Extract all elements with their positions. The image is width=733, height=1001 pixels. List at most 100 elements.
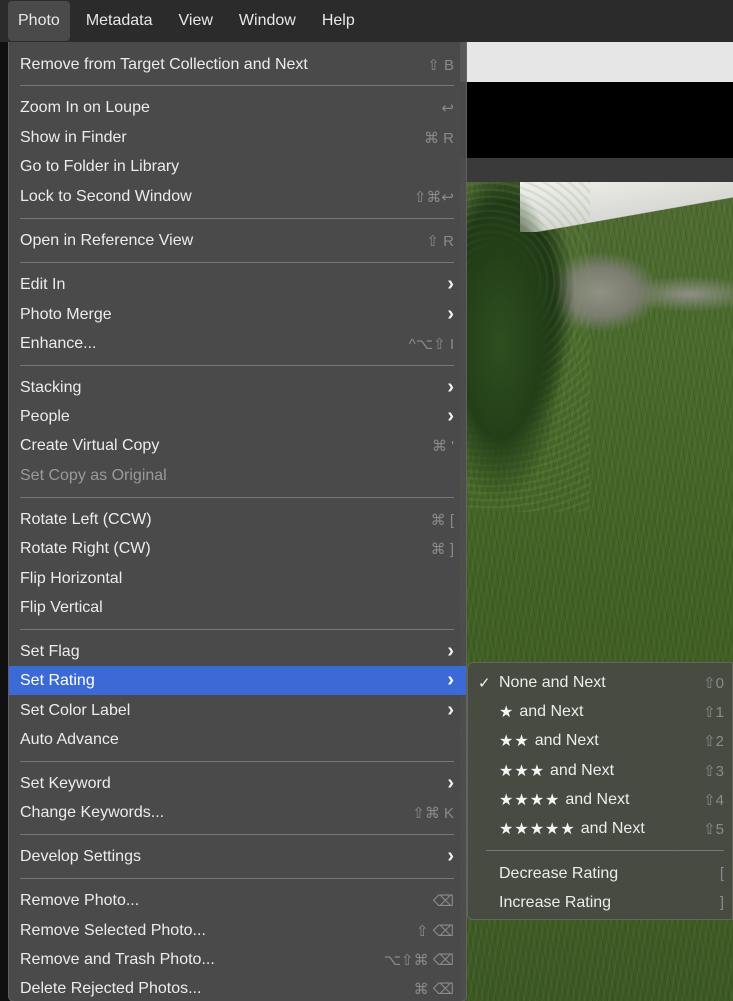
- menu-item-set-keyword[interactable]: Set Keyword ›: [9, 769, 466, 798]
- menu-metadata[interactable]: Metadata: [76, 1, 163, 41]
- star-icon: ★★★: [499, 762, 546, 780]
- menu-item-people[interactable]: People ›: [9, 402, 466, 431]
- menu-item-shortcut: ⌘ R: [424, 129, 454, 147]
- submenu-item-shortcut: [: [719, 865, 724, 882]
- menu-separator: [20, 629, 454, 630]
- menu-item-label: Auto Advance: [20, 730, 119, 748]
- submenu-item-rating-2-star-and-next[interactable]: ★★ and Next ⇧2: [468, 726, 732, 755]
- chevron-right-icon: ›: [447, 772, 454, 794]
- menu-item-label: Open in Reference View: [20, 231, 194, 249]
- checkmark-icon: ✓: [478, 674, 491, 692]
- menu-item-create-virtual-copy[interactable]: Create Virtual Copy ⌘ ': [9, 431, 466, 460]
- submenu-item-shortcut: ⇧5: [703, 820, 724, 838]
- submenu-item-shortcut: ⇧1: [703, 703, 724, 721]
- menu-item-label: Set Copy as Original: [20, 466, 167, 484]
- submenu-item-label: and Next: [565, 790, 630, 808]
- submenu-item-shortcut: ⇧4: [703, 791, 724, 809]
- star-icon: ★★: [499, 732, 530, 750]
- menu-separator: [20, 497, 454, 498]
- menu-item-label: Flip Horizontal: [20, 569, 123, 587]
- chevron-right-icon: ›: [447, 699, 454, 721]
- menu-item-show-in-finder[interactable]: Show in Finder ⌘ R: [9, 123, 466, 152]
- menu-item-flip-vertical[interactable]: Flip Vertical: [9, 593, 466, 622]
- menu-item-edit-in[interactable]: Edit In ›: [9, 270, 466, 299]
- menu-item-label: Delete Rejected Photos...: [20, 979, 202, 997]
- menu-item-label: Remove and Trash Photo...: [20, 950, 215, 968]
- menu-item-set-flag[interactable]: Set Flag ›: [9, 637, 466, 666]
- menu-item-shortcut: ⇧⌘↩: [413, 188, 454, 206]
- menu-item-develop-settings[interactable]: Develop Settings ›: [9, 842, 466, 871]
- submenu-item-label: and Next: [534, 731, 599, 749]
- panel-divider: [460, 158, 733, 182]
- chevron-right-icon: ›: [447, 405, 454, 427]
- menu-item-label: Edit In: [20, 275, 66, 293]
- submenu-item-increase-rating[interactable]: Increase Rating]: [468, 888, 732, 917]
- menu-item-label: Lock to Second Window: [20, 187, 192, 205]
- menu-item-label: Set Flag: [20, 642, 80, 660]
- submenu-item-shortcut: ]: [719, 894, 724, 911]
- menu-item-label: Set Keyword: [20, 774, 111, 792]
- menu-item-open-in-reference-view[interactable]: Open in Reference View ⇧ R: [9, 226, 466, 255]
- chevron-right-icon: ›: [447, 376, 454, 398]
- menu-item-set-rating[interactable]: Set Rating ›: [9, 666, 466, 695]
- submenu-item-rating-1-star-and-next[interactable]: ★ and Next ⇧1: [468, 697, 732, 726]
- menu-item-rotate-left-ccw[interactable]: Rotate Left (CCW) ⌘ [: [9, 505, 466, 534]
- menu-item-label: Stacking: [20, 378, 82, 396]
- submenu-item-decrease-rating[interactable]: Decrease Rating [: [468, 859, 732, 888]
- menu-item-shortcut: ^⌥⇧ I: [408, 335, 454, 353]
- menu-item-shortcut: ⌘ ': [431, 437, 454, 455]
- menu-item-enhance[interactable]: Enhance... ^⌥⇧ I: [9, 329, 466, 358]
- submenu-item-label: Decrease Rating: [499, 864, 619, 882]
- menu-item-set-copy-as-original: Set Copy as Original: [9, 461, 466, 490]
- menu-item-label: Photo Merge: [20, 305, 112, 323]
- menu-item-remove-selected-photo[interactable]: Remove Selected Photo... ⇧ ⌫: [9, 916, 466, 945]
- menu-item-label: Change Keywords...: [20, 803, 165, 821]
- menu-separator: [20, 262, 454, 263]
- menu-item-label: Rotate Left (CCW): [20, 510, 152, 528]
- menu-item-delete-rejected-photos[interactable]: Delete Rejected Photos... ⌘ ⌫: [9, 974, 466, 1001]
- menu-item-label: Flip Vertical: [20, 598, 103, 616]
- submenu-item-none-and-next[interactable]: ✓ None and Next ⇧0: [468, 668, 732, 697]
- menu-photo[interactable]: Photo: [8, 1, 70, 41]
- submenu-item-label: and Next: [580, 819, 645, 837]
- menu-item-shortcut: ⌘ ⌫: [413, 980, 454, 998]
- submenu-item-shortcut: ⇧3: [703, 762, 724, 780]
- menu-item-flip-horizontal[interactable]: Flip Horizontal: [9, 564, 466, 593]
- menu-separator: [20, 365, 454, 366]
- filmstrip-panel: [460, 82, 733, 158]
- menu-item-label: Create Virtual Copy: [20, 436, 160, 454]
- menu-item-remove-and-trash-photo[interactable]: Remove and Trash Photo... ⌥⇧⌘ ⌫: [9, 945, 466, 974]
- submenu-item-rating-4-star-and-next[interactable]: ★★★★ and Next ⇧4: [468, 785, 732, 814]
- menu-item-stacking[interactable]: Stacking ›: [9, 373, 466, 402]
- menu-item-shortcut: ⇧ R: [426, 232, 454, 250]
- menu-item-set-color-label[interactable]: Set Color Label ›: [9, 696, 466, 725]
- submenu-item-label: None and Next: [499, 673, 606, 691]
- menu-item-label: Show in Finder: [20, 128, 127, 146]
- menu-item-change-keywords[interactable]: Change Keywords... ⇧⌘ K: [9, 798, 466, 827]
- menu-item-shortcut: ⌥⇧⌘ ⌫: [383, 951, 454, 969]
- chevron-right-icon: ›: [447, 669, 454, 691]
- menu-item-auto-advance[interactable]: Auto Advance: [9, 725, 466, 754]
- menu-item-label: Remove Selected Photo...: [20, 921, 206, 939]
- menu-item-shortcut: ⇧ ⌫: [416, 922, 454, 940]
- menu-item-label: Remove Photo...: [20, 891, 140, 909]
- menu-item-rotate-right-cw[interactable]: Rotate Right (CW) ⌘ ]: [9, 534, 466, 563]
- chevron-right-icon: ›: [447, 303, 454, 325]
- menu-item-shortcut: ⇧⌘ K: [412, 804, 454, 822]
- menu-item-zoom-in-on-loupe[interactable]: Zoom In on Loupe ↩: [9, 93, 466, 122]
- menu-window[interactable]: Window: [229, 1, 306, 41]
- menu-view[interactable]: View: [169, 1, 223, 41]
- chevron-right-icon: ›: [447, 640, 454, 662]
- star-icon: ★★★★★: [499, 820, 576, 838]
- menu-bar: Photo Metadata View Window Help: [0, 0, 733, 42]
- submenu-item-label: and Next: [519, 702, 584, 720]
- menu-item-remove-from-target-collection-and-next[interactable]: Remove from Target Collection and Next ⇧ …: [9, 50, 466, 79]
- menu-item-remove-photo[interactable]: Remove Photo... ⌫: [9, 886, 466, 915]
- menu-item-go-to-folder-in-library[interactable]: Go to Folder in Library: [9, 152, 466, 181]
- menu-help[interactable]: Help: [312, 1, 365, 41]
- submenu-item-rating-5-star-and-next[interactable]: ★★★★★ and Next ⇧5: [468, 814, 732, 843]
- submenu-item-shortcut: ⇧0: [703, 674, 724, 692]
- submenu-item-rating-3-star-and-next[interactable]: ★★★ and Next ⇧3: [468, 756, 732, 785]
- menu-item-photo-merge[interactable]: Photo Merge ›: [9, 300, 466, 329]
- menu-item-lock-to-second-window[interactable]: Lock to Second Window ⇧⌘↩: [9, 182, 466, 211]
